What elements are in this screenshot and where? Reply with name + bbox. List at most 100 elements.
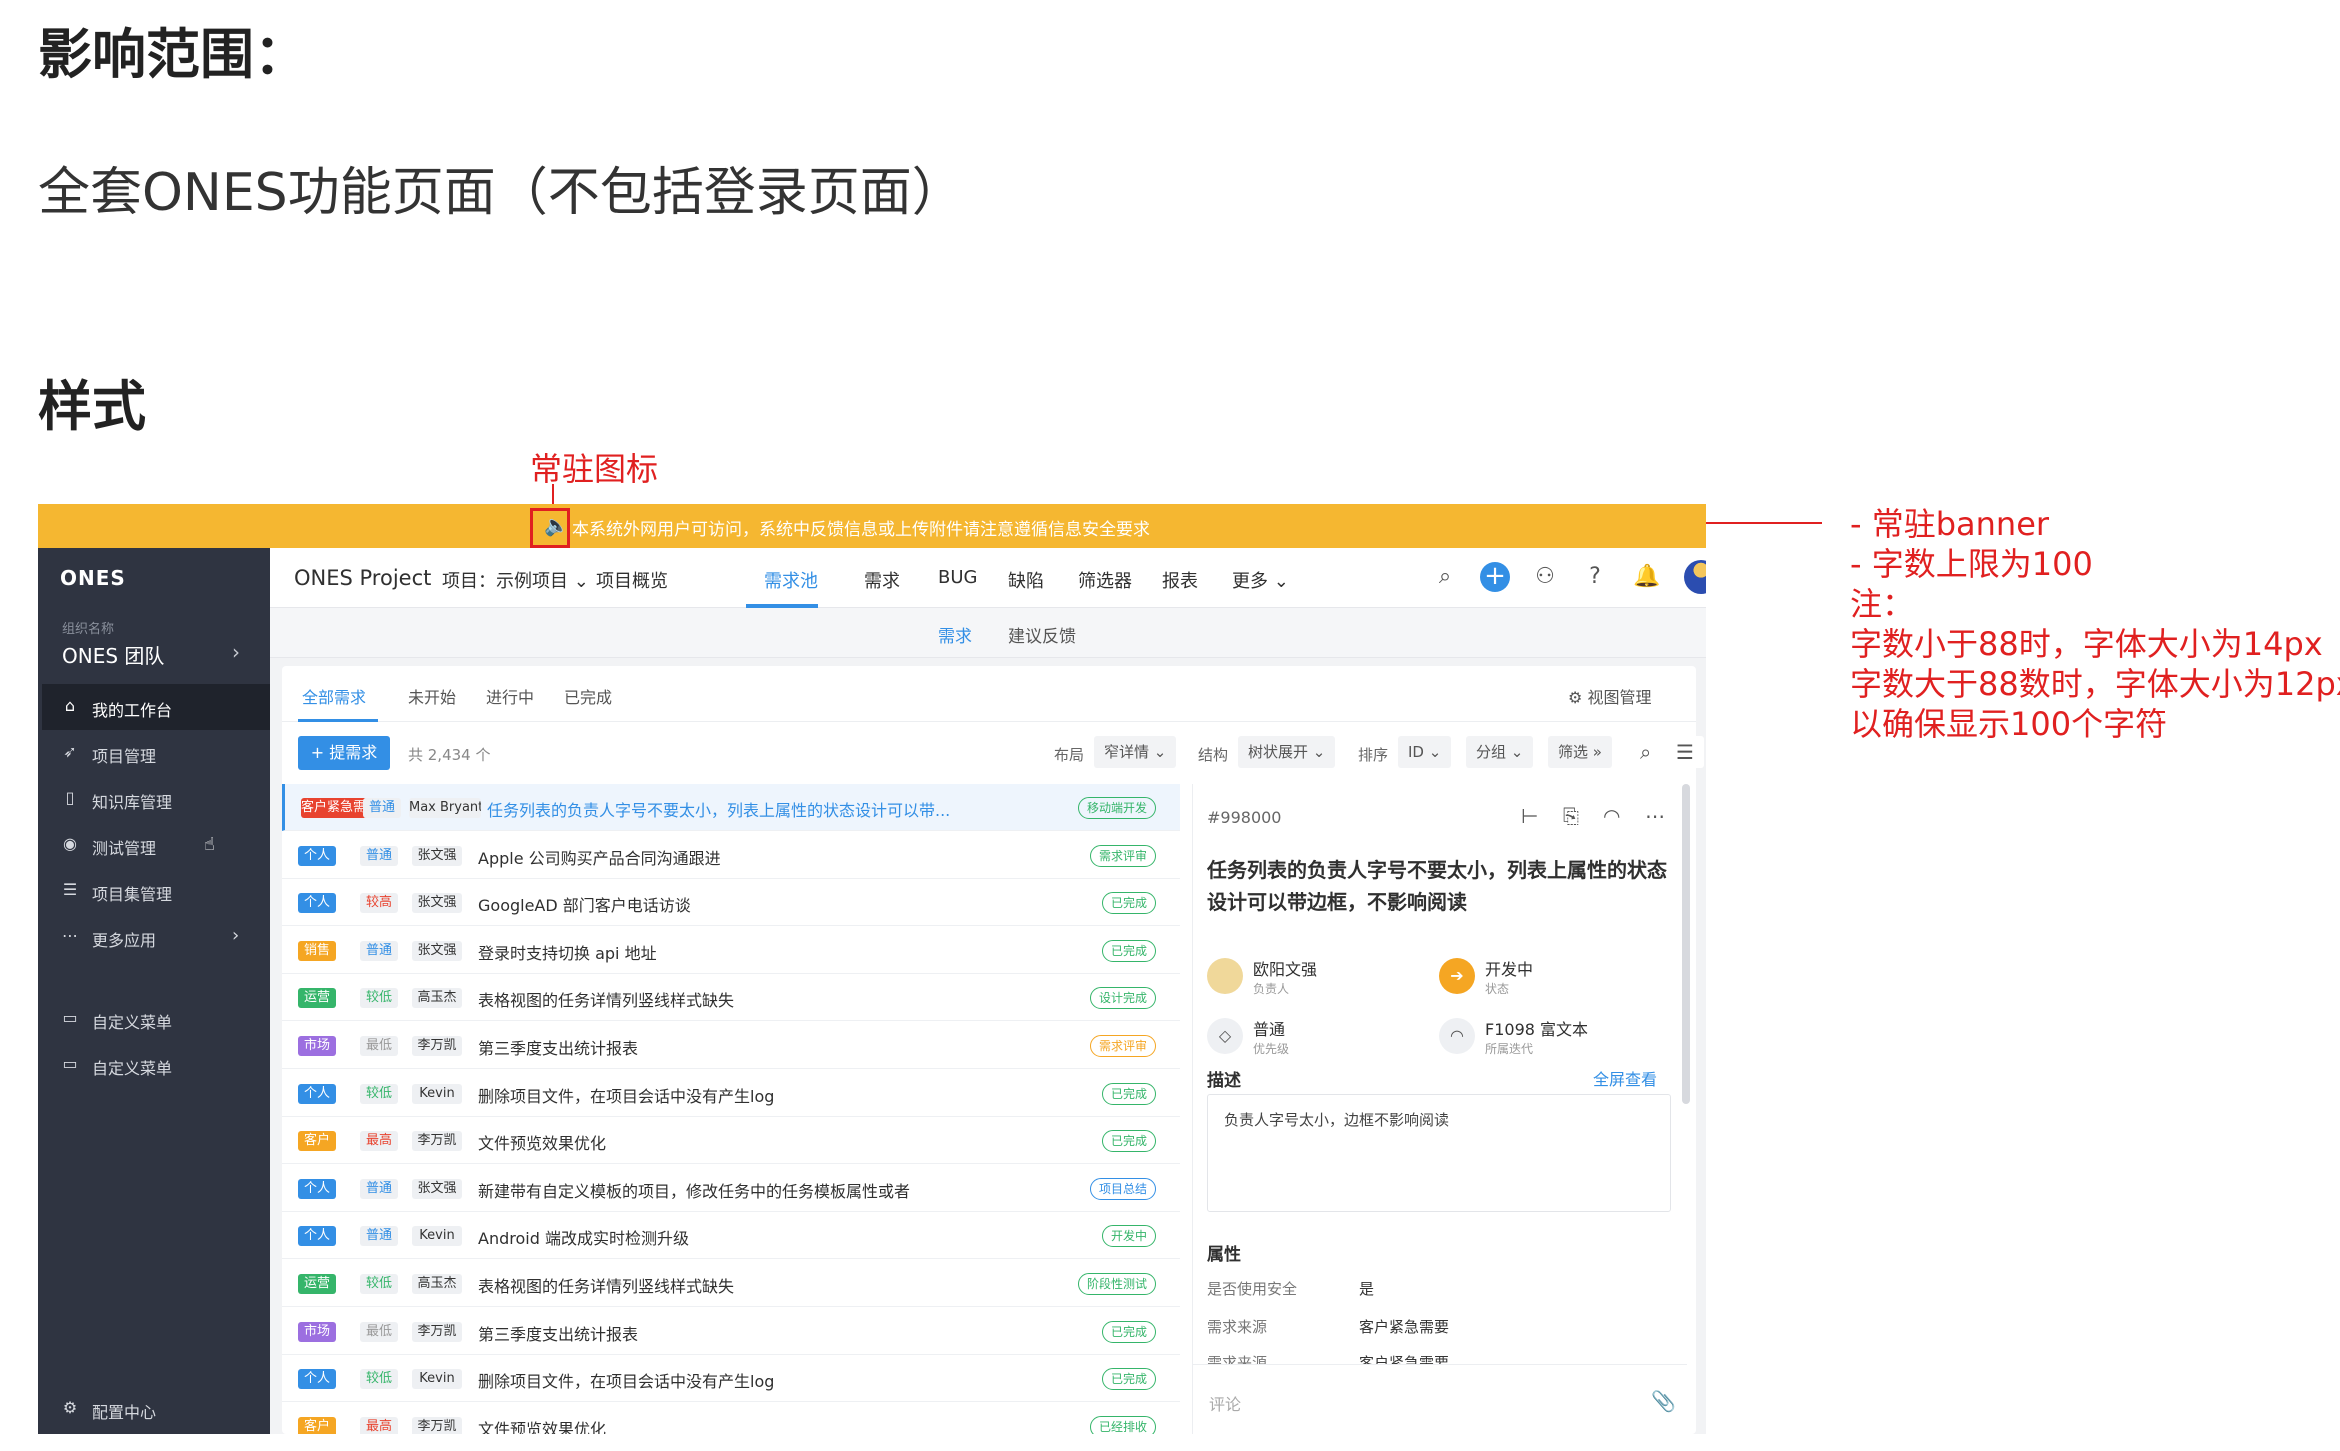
field-iteration[interactable]: ◠ F1098 富文本 所属迭代	[1439, 1016, 1659, 1062]
sidebar-item-custom-menu[interactable]: ▭ 自定义菜单	[42, 1042, 270, 1088]
hierarchy-icon[interactable]: ⊢	[1521, 804, 1538, 828]
nav-project-select[interactable]: 项目：示例项目 ⌄	[442, 567, 589, 593]
table-row[interactable]: 个人 较低 Kevin 删除项目文件，在项目会话中没有产生log 已完成	[282, 1070, 1180, 1117]
nav-requirement-pool[interactable]: 需求池	[764, 567, 818, 593]
table-row[interactable]: 运营 较低 高玉杰 表格视图的任务详情列竖线样式缺失 设计完成	[282, 974, 1180, 1022]
attr-value[interactable]: 是	[1359, 1278, 1374, 1299]
bell-icon[interactable]: 🔔	[1632, 562, 1662, 592]
table-row[interactable]: 客户紧急需...普通 Max Bryant 任务列表的负责人字号不要太小，列表上属性…	[282, 784, 1180, 831]
priority-tag: 较低	[360, 1369, 398, 1390]
sidebar-item-workbench[interactable]: ⌂ 我的工作台	[42, 684, 270, 730]
comment-bar[interactable]: 评论 📎	[1193, 1364, 1687, 1434]
table-row[interactable]: 销售 普通 张文强 登录时支持切换 api 地址 已完成	[282, 927, 1180, 974]
avatar[interactable]	[1684, 560, 1706, 594]
priority-tag: 普通	[363, 798, 401, 818]
sidebar-item-label: 测试管理	[92, 839, 157, 858]
new-requirement-button[interactable]: + 提需求	[298, 736, 390, 770]
ones-logo[interactable]: ONES	[60, 566, 126, 590]
field-state[interactable]: ➔ 开发中 状态	[1439, 956, 1659, 1002]
nav-filter[interactable]: 筛选器	[1078, 567, 1132, 593]
sidebar-item-testcase[interactable]: ◉ 测试管理	[42, 822, 270, 868]
org-name[interactable]: ONES 团队	[62, 640, 164, 669]
row-title: 任务列表的负责人字号不要太小，列表上属性的状态设计可以带...	[487, 801, 951, 820]
status-badge: 需求评审	[1089, 844, 1156, 867]
attr-value[interactable]: 客户紧急需要	[1359, 1352, 1449, 1364]
sidebar-item-project[interactable]: ➶ 项目管理	[42, 730, 270, 776]
table-row[interactable]: 个人 普通 Kevin Android 端改成实时检测升级 开发中	[282, 1212, 1180, 1260]
group-select[interactable]: 分组 ⌄	[1466, 736, 1534, 768]
list-settings-icon[interactable]: ☰	[1666, 736, 1704, 768]
nav-requirement[interactable]: 需求	[864, 567, 900, 593]
main-panel: 全部需求 未开始 进行中 已完成 ⚙ 视图管理 + 提需求 共 2,434 个 …	[282, 666, 1704, 1434]
chevron-right-icon[interactable]: ›	[232, 640, 240, 664]
filter-select[interactable]: 筛选 »	[1548, 736, 1612, 768]
field-value: F1098 富文本	[1485, 1020, 1589, 1039]
row-title: 文件预览效果优化	[478, 1419, 607, 1434]
layout-value: 窄详情	[1104, 743, 1150, 761]
arrow-right-icon: ➔	[1439, 958, 1475, 994]
fullscreen-link[interactable]: 全屏查看	[1593, 1066, 1657, 1090]
sidebar-item-program[interactable]: ☰ 项目集管理	[42, 868, 270, 914]
table-row[interactable]: 个人 普通 张文强 Apple 公司购买产品合同沟通跟进 需求评审	[282, 832, 1180, 879]
nav-label: 项目：示例项目	[442, 571, 568, 592]
subnav-feedback[interactable]: 建议反馈	[1008, 622, 1076, 647]
add-icon[interactable]: +	[1480, 562, 1510, 592]
owner-tag: 高玉杰	[412, 988, 462, 1009]
attachment-icon[interactable]: 📎	[1651, 1389, 1676, 1413]
tab-not-started[interactable]: 未开始	[408, 684, 456, 708]
table-row[interactable]: 个人 较高 张文强 GoogleAD 部门客户电话访谈 已完成	[282, 879, 1180, 927]
category-tag: 运营	[298, 988, 336, 1009]
nav-more[interactable]: 更多 ⌄	[1232, 567, 1289, 593]
comment-icon[interactable]: ◠	[1603, 804, 1620, 828]
table-row[interactable]: 客户 最高 李万凯 文件预览效果优化 已经排收	[282, 1403, 1180, 1434]
structure-select[interactable]: 树状展开 ⌄	[1238, 736, 1336, 768]
layout-select[interactable]: 窄详情 ⌄	[1094, 736, 1177, 768]
nav-overview[interactable]: 项目概览	[596, 567, 668, 593]
bookmark-icon: ▭	[62, 1054, 78, 1073]
status-badge: 阶段性测试	[1077, 1273, 1156, 1295]
nav-report[interactable]: 报表	[1162, 567, 1198, 593]
table-row[interactable]: 个人 较低 Kevin 删除项目文件，在项目会话中没有产生log 已完成	[282, 1355, 1180, 1403]
project-name[interactable]: ONES Project	[294, 566, 431, 590]
tab-in-progress[interactable]: 进行中	[486, 684, 534, 708]
nav-defect[interactable]: 缺陷	[1008, 567, 1044, 593]
view-manage-button[interactable]: ⚙ 视图管理	[1568, 684, 1651, 708]
table-row[interactable]: 运营 较低 高玉杰 表格视图的任务详情列竖线样式缺失 阶段性测试	[282, 1260, 1180, 1307]
field-priority[interactable]: ◇ 普通 优先级	[1207, 1016, 1427, 1062]
sidebar-item-wiki[interactable]: ▯ 知识库管理	[42, 776, 270, 822]
gear-icon: ⚙	[62, 1398, 78, 1417]
table-row[interactable]: 个人 普通 张文强 新建带有自定义模板的项目，修改任务中的任务模板属性或者 项目总结	[282, 1165, 1180, 1212]
sidebar-item-custom-menu[interactable]: ▭ 自定义菜单	[42, 996, 270, 1042]
table-row[interactable]: 市场 最低 李万凯 第三季度支出统计报表 需求评审	[282, 1022, 1180, 1069]
tab-all[interactable]: 全部需求	[302, 684, 366, 708]
category-tag: 个人	[298, 845, 336, 866]
priority-tag: 较高	[360, 893, 398, 914]
field-assignee[interactable]: 欧阳文强 负责人	[1207, 956, 1427, 1002]
attr-value[interactable]: 客户紧急需要	[1359, 1316, 1449, 1337]
detail-title[interactable]: 任务列表的负责人字号不要太小，列表上属性的状态设计可以带边框，不影响阅读	[1207, 854, 1667, 918]
sidebar-settings[interactable]: ⚙ 配置中心	[42, 1386, 270, 1426]
description-box[interactable]: 负责人字号太小，边框不影响阅读	[1207, 1094, 1671, 1212]
search-icon[interactable]: ⌕	[1630, 736, 1662, 768]
add-user-icon[interactable]: ⚇	[1530, 562, 1560, 592]
table-row[interactable]: 市场 最低 李万凯 第三季度支出统计报表 已完成	[282, 1308, 1180, 1355]
priority-tag: 最高	[360, 1416, 398, 1434]
tab-done[interactable]: 已完成	[564, 684, 612, 708]
sidebar-item-more-apps[interactable]: ⋯ 更多应用 ›	[42, 914, 270, 960]
table-row[interactable]: 客户 最高 李万凯 文件预览效果优化 已完成	[282, 1117, 1180, 1165]
sort-select[interactable]: ID ⌄	[1398, 736, 1452, 768]
field-key: 优先级	[1253, 1042, 1290, 1056]
nav-bug[interactable]: BUG	[938, 567, 977, 588]
owner-tag: 张文强	[412, 940, 462, 961]
more-icon[interactable]: ⋯	[1645, 804, 1665, 828]
priority-tag: 普通	[360, 1226, 398, 1247]
requirement-list: 客户紧急需...普通Max Bryant任务列表的负责人字号不要太小，列表上属性…	[282, 784, 1180, 1434]
copy-icon[interactable]: ⎘	[1563, 804, 1579, 828]
view-manage-label: 视图管理	[1587, 688, 1652, 707]
subnav-requirement[interactable]: 需求	[938, 622, 972, 647]
search-icon[interactable]: ⌕	[1430, 562, 1460, 592]
notice-banner: 🔈 本系统外网用户可访问，系统中反馈信息或上传附件请注意遵循信息安全要求	[38, 504, 1706, 548]
help-icon[interactable]: ?	[1580, 562, 1610, 592]
sidebar-item-label: 项目管理	[92, 747, 157, 766]
icon-callout-label: 常驻图标	[530, 450, 659, 488]
